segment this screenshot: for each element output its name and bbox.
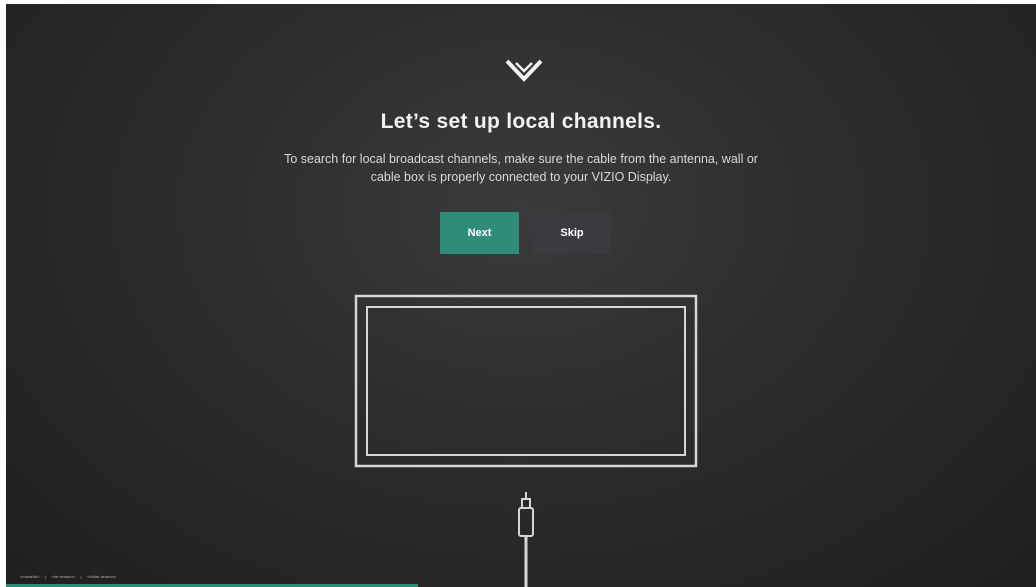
setup-screen: Let’s set up local channels. To search f… bbox=[6, 4, 1036, 587]
footer-separator: | bbox=[80, 574, 82, 579]
footer-initial-version: <initial version> bbox=[86, 574, 117, 579]
footer-fw-version: <fw version> bbox=[51, 574, 76, 579]
footer-separator: | bbox=[45, 574, 47, 579]
vizio-v-logo-icon bbox=[505, 59, 543, 82]
footer-version-info: <modelId> | <fw version> | <initial vers… bbox=[20, 574, 120, 579]
tv-with-cable-icon bbox=[354, 294, 698, 587]
page-title: Let’s set up local channels. bbox=[380, 110, 662, 133]
skip-button[interactable]: Skip bbox=[533, 212, 611, 254]
instruction-text: To search for local broadcast channels, … bbox=[284, 152, 758, 184]
next-button[interactable]: Next bbox=[440, 212, 519, 254]
footer-model-id: <modelId> bbox=[20, 574, 40, 579]
